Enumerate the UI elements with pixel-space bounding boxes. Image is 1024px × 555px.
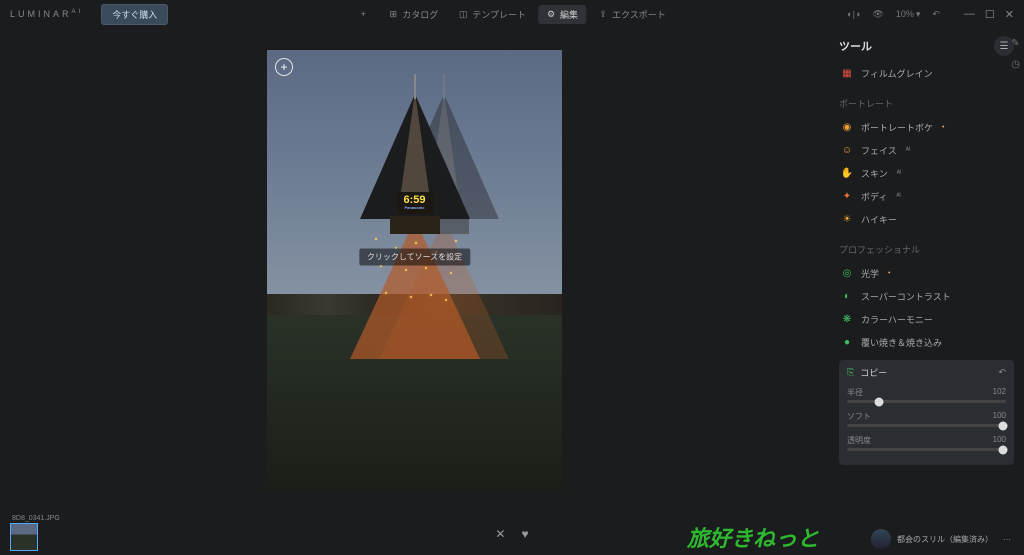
grid-icon: ⊞ — [388, 9, 398, 19]
source-hint-overlay[interactable]: クリックしてソースを設定 — [359, 249, 470, 266]
film-thumbnail[interactable] — [10, 523, 38, 551]
tool-hikey[interactable]: ☀ハイキー — [839, 208, 1014, 231]
bokeh-icon: ◉ — [841, 122, 853, 134]
optics-icon: ◎ — [841, 268, 853, 280]
tab-edit[interactable]: ⚙編集 — [538, 5, 586, 24]
preset-thumb — [871, 529, 891, 549]
preset-more-icon[interactable]: ⋯ — [1003, 535, 1012, 544]
compare-icon[interactable]: ◐|◑ — [847, 9, 860, 19]
tool-face[interactable]: ☺フェイスᴬᴵ — [839, 139, 1014, 162]
section-portrait: ポートレート — [839, 97, 1014, 110]
tool-dodgeburn[interactable]: ●覆い焼き＆焼き込み — [839, 331, 1014, 354]
hikey-icon: ☀ — [841, 214, 853, 226]
brush-icon[interactable]: ✎ — [1011, 38, 1020, 49]
edited-image[interactable]: + 6:59Panasonic 6:59Panasonic クリックしてソースを… — [267, 50, 562, 492]
add-button[interactable]: + — [350, 6, 376, 22]
preview-icon[interactable]: 👁 — [872, 9, 883, 20]
section-professional: プロフェッショナル — [839, 243, 1014, 256]
plus-icon: + — [358, 9, 368, 19]
opacity-slider[interactable] — [847, 448, 1006, 451]
zoom-dropdown[interactable]: 10% ▾ — [896, 9, 921, 20]
skin-icon: ✋ — [841, 168, 853, 180]
app-logo: LUMINARAI — [10, 9, 83, 19]
filmgrain-icon: ▦ — [841, 68, 853, 80]
tool-colorharmony[interactable]: ❋カラーハーモニー — [839, 308, 1014, 331]
soft-label: ソフト — [847, 411, 871, 422]
reject-icon[interactable]: ✕ — [495, 527, 505, 541]
face-icon: ☺ — [841, 145, 853, 157]
tool-supercontrast[interactable]: ◐スーパーコントラスト — [839, 285, 1014, 308]
tool-film-grain[interactable]: ▦フィルムグレイン — [839, 62, 1014, 85]
copy-icon: ⎘ — [847, 367, 854, 378]
tool-portrait-bokeh[interactable]: ◉ポートレートボケ• — [839, 116, 1014, 139]
tools-sidebar: ツール ☰ ▦フィルムグレイン ポートレート ◉ポートレートボケ• ☺フェイスᴬ… — [829, 28, 1024, 513]
sidebar-title: ツール — [839, 38, 872, 54]
undo-tool-icon[interactable]: ↶ — [998, 367, 1006, 378]
add-point-icon[interactable]: + — [275, 58, 293, 76]
export-icon: ⇪ — [598, 9, 608, 19]
opacity-label: 透明度 — [847, 435, 871, 446]
active-tool-name: コピー — [860, 366, 887, 379]
tab-catalog[interactable]: ⊞カタログ — [380, 5, 446, 24]
history-icon[interactable]: ◷ — [1011, 59, 1020, 70]
tool-skin[interactable]: ✋スキンᴬᴵ — [839, 162, 1014, 185]
favorite-icon[interactable]: ♥ — [521, 527, 528, 541]
buy-now-button[interactable]: 今すぐ購入 — [101, 4, 168, 25]
radius-label: 半径 — [847, 387, 863, 398]
radius-value: 102 — [993, 387, 1006, 398]
dodgeburn-icon: ● — [841, 337, 853, 349]
window-maximize[interactable]: ☐ — [985, 8, 995, 21]
preset-chip[interactable]: 都会のスリル（編集済み） ⋯ — [871, 529, 1012, 549]
filename-label: 8D8_0341.JPG — [12, 515, 60, 522]
soft-slider[interactable] — [847, 424, 1006, 427]
undo-icon[interactable]: ↶ — [932, 9, 940, 20]
radius-slider[interactable] — [847, 400, 1006, 403]
window-close[interactable]: ✕ — [1005, 8, 1014, 21]
tab-export[interactable]: ⇪エクスポート — [590, 5, 674, 24]
template-icon: ◫ — [458, 9, 468, 19]
sliders-icon: ⚙ — [546, 9, 556, 19]
canvas-area[interactable]: + 6:59Panasonic 6:59Panasonic クリックしてソースを… — [0, 28, 829, 513]
harmony-icon: ❋ — [841, 314, 853, 326]
tool-body[interactable]: ✦ボディᴬᴵ — [839, 185, 1014, 208]
active-tool-panel: ⎘ コピー ↶ 半径102 ソフト100 透明度100 — [839, 360, 1014, 465]
tab-template[interactable]: ◫テンプレート — [450, 5, 534, 24]
window-minimize[interactable]: — — [964, 8, 975, 21]
watermark-text: 旅好きねっと — [687, 521, 819, 553]
body-icon: ✦ — [841, 191, 853, 203]
contrast-icon: ◐ — [841, 291, 853, 303]
tool-optics[interactable]: ◎光学• — [839, 262, 1014, 285]
